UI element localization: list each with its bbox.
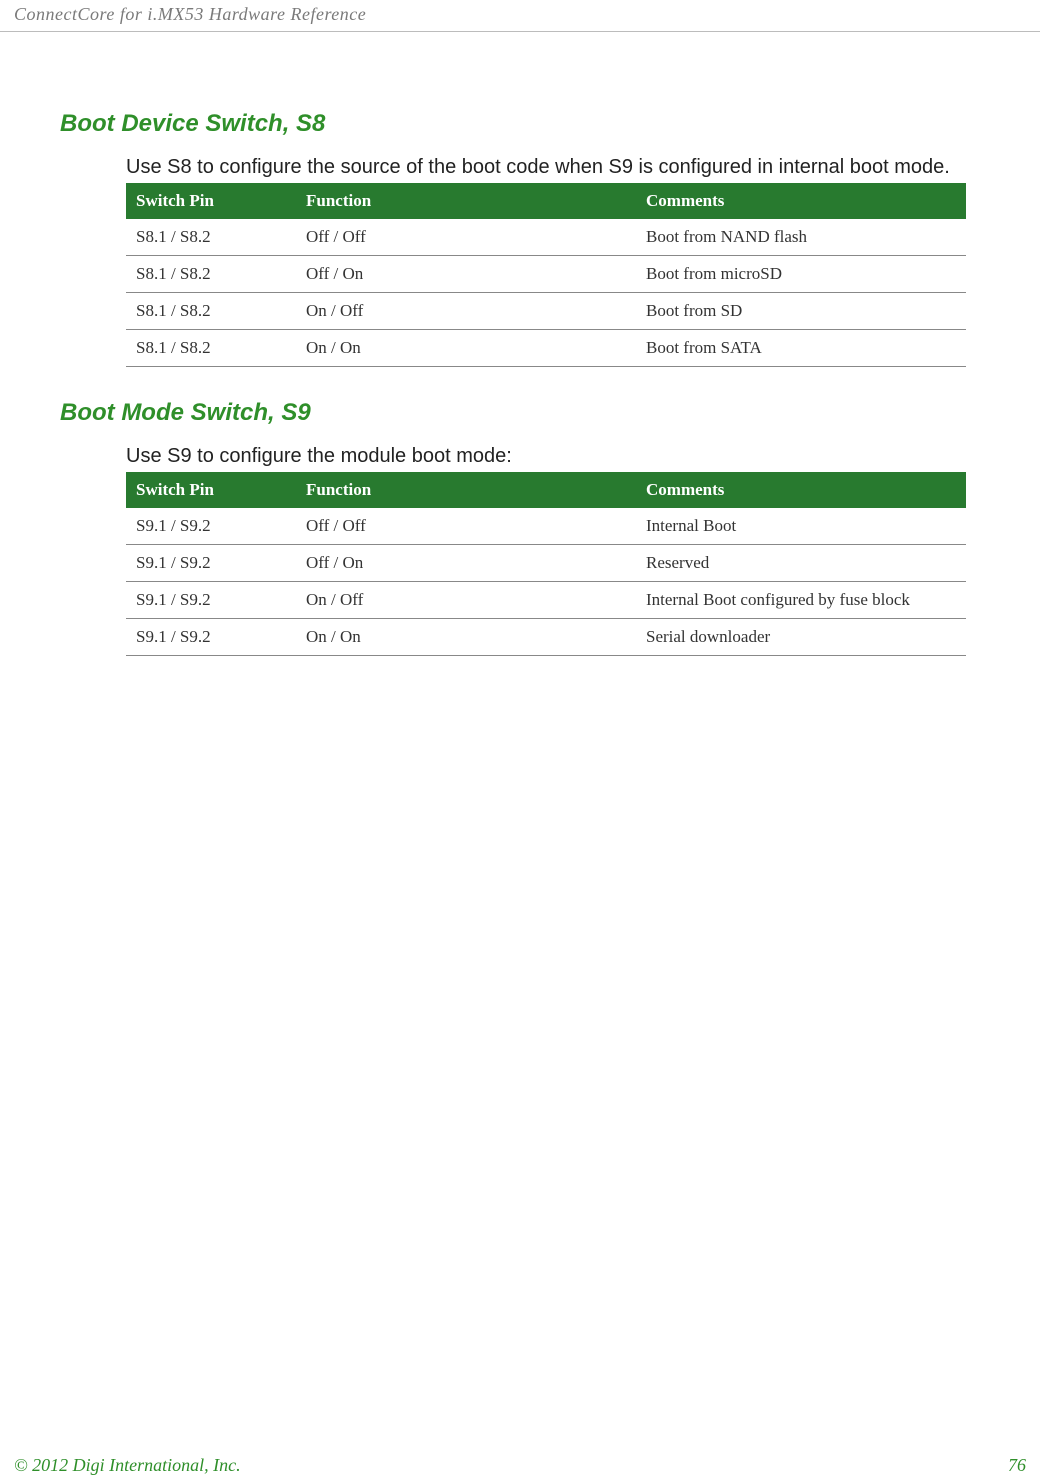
table-row: S8.1 / S8.2 Off / Off Boot from NAND fla… (126, 219, 966, 256)
table-row: S8.1 / S8.2 Off / On Boot from microSD (126, 256, 966, 293)
header-title: ConnectCore for i.MX53 Hardware Referenc… (14, 4, 366, 24)
th-comments: Comments (636, 183, 966, 219)
section2-intro: Use S9 to configure the module boot mode… (126, 445, 1026, 468)
cell-func: On / Off (296, 293, 636, 330)
cell-comment: Boot from NAND flash (636, 219, 966, 256)
cell-pin: S9.1 / S9.2 (126, 545, 296, 582)
table-header-row: Switch Pin Function Comments (126, 472, 966, 508)
cell-comment: Serial downloader (636, 619, 966, 656)
cell-func: Off / Off (296, 508, 636, 545)
section1-intro: Use S8 to configure the source of the bo… (126, 156, 1026, 179)
th-switch-pin: Switch Pin (126, 472, 296, 508)
section2-table: Switch Pin Function Comments S9.1 / S9.2… (126, 472, 966, 656)
cell-comment: Boot from SD (636, 293, 966, 330)
cell-func: Off / Off (296, 219, 636, 256)
cell-func: Off / On (296, 545, 636, 582)
cell-pin: S9.1 / S9.2 (126, 619, 296, 656)
table-row: S8.1 / S8.2 On / On Boot from SATA (126, 330, 966, 367)
section1-table: Switch Pin Function Comments S8.1 / S8.2… (126, 183, 966, 367)
table-row: S9.1 / S9.2 On / Off Internal Boot confi… (126, 582, 966, 619)
section1-title: Boot Device Switch, S8 (60, 110, 1026, 138)
table-header-row: Switch Pin Function Comments (126, 183, 966, 219)
cell-comment: Boot from microSD (636, 256, 966, 293)
footer-copyright: © 2012 Digi International, Inc. (14, 1455, 241, 1476)
cell-comment: Reserved (636, 545, 966, 582)
th-comments: Comments (636, 472, 966, 508)
th-function: Function (296, 472, 636, 508)
cell-func: On / Off (296, 582, 636, 619)
cell-pin: S8.1 / S8.2 (126, 219, 296, 256)
cell-comment: Internal Boot configured by fuse block (636, 582, 966, 619)
cell-pin: S9.1 / S9.2 (126, 582, 296, 619)
cell-pin: S8.1 / S8.2 (126, 293, 296, 330)
cell-comment: Internal Boot (636, 508, 966, 545)
cell-pin: S8.1 / S8.2 (126, 330, 296, 367)
table-row: S9.1 / S9.2 Off / Off Internal Boot (126, 508, 966, 545)
cell-func: Off / On (296, 256, 636, 293)
footer-page-number: 76 (1008, 1455, 1026, 1476)
table-row: S9.1 / S9.2 Off / On Reserved (126, 545, 966, 582)
page-content: Boot Device Switch, S8 Use S8 to configu… (0, 110, 1040, 656)
table-row: S9.1 / S9.2 On / On Serial downloader (126, 619, 966, 656)
cell-func: On / On (296, 330, 636, 367)
section2-title: Boot Mode Switch, S9 (60, 399, 1026, 427)
cell-func: On / On (296, 619, 636, 656)
page-header: ConnectCore for i.MX53 Hardware Referenc… (0, 0, 1040, 32)
page-footer: © 2012 Digi International, Inc. 76 (14, 1455, 1026, 1476)
cell-pin: S8.1 / S8.2 (126, 256, 296, 293)
th-switch-pin: Switch Pin (126, 183, 296, 219)
cell-comment: Boot from SATA (636, 330, 966, 367)
th-function: Function (296, 183, 636, 219)
table-row: S8.1 / S8.2 On / Off Boot from SD (126, 293, 966, 330)
cell-pin: S9.1 / S9.2 (126, 508, 296, 545)
